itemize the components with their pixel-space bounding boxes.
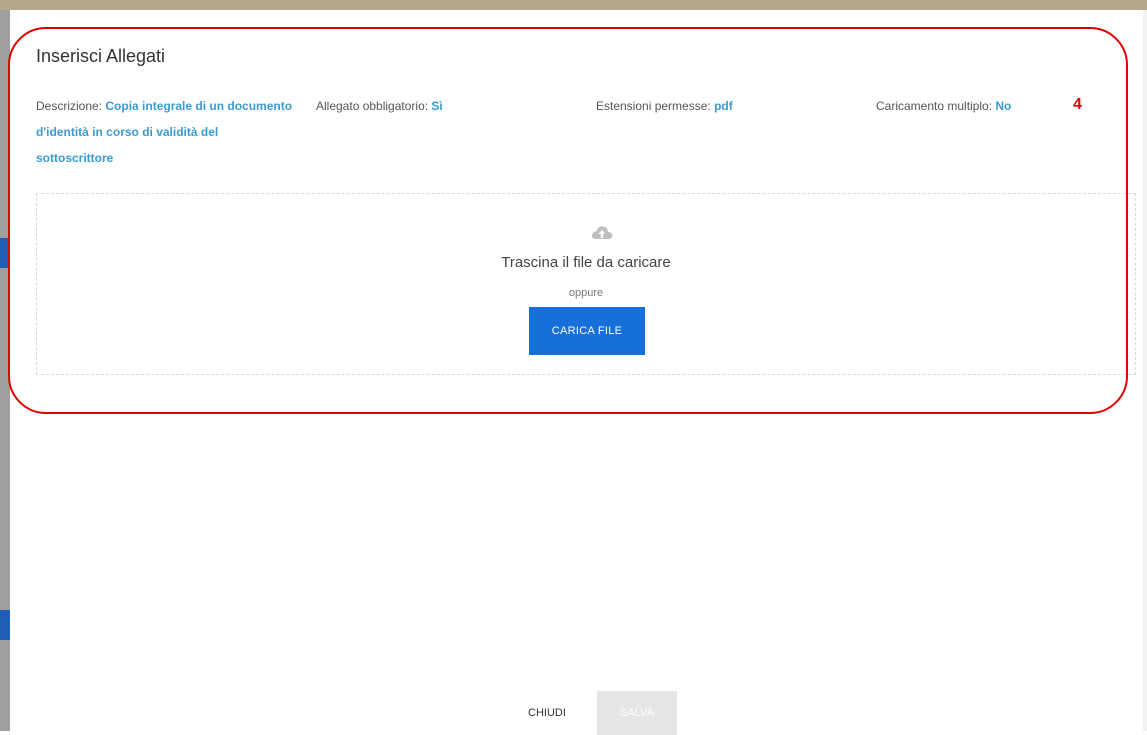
or-separator: oppure bbox=[568, 287, 604, 299]
estensioni-label: Estensioni permesse: bbox=[596, 99, 711, 113]
backdrop-stripe bbox=[0, 238, 10, 268]
estensioni-value: pdf bbox=[714, 99, 733, 113]
backdrop-stripe bbox=[0, 610, 10, 640]
obbligatorio-value: Sì bbox=[431, 99, 443, 113]
multiplo-label: Caricamento multiplo: bbox=[876, 99, 993, 113]
descrizione-label: Descrizione: bbox=[36, 99, 103, 113]
meta-obbligatorio: Allegato obbligatorio: Sì bbox=[316, 93, 443, 119]
drop-instruction: Trascina il file da caricare bbox=[501, 254, 671, 271]
backdrop-right bbox=[1143, 10, 1147, 731]
save-button[interactable]: SALVA bbox=[597, 691, 677, 735]
obbligatorio-label: Allegato obbligatorio: bbox=[316, 99, 429, 113]
attachments-modal: Inserisci Allegati Descrizione: Copia in… bbox=[10, 10, 1143, 735]
backdrop-top bbox=[0, 0, 1147, 10]
file-dropzone[interactable]: Trascina il file da caricare oppure CARI… bbox=[36, 193, 1136, 375]
backdrop-left bbox=[0, 10, 10, 731]
annotation-number: 4 bbox=[1073, 96, 1082, 113]
meta-estensioni: Estensioni permesse: pdf bbox=[596, 93, 733, 119]
meta-descrizione: Descrizione: Copia integrale di un docum… bbox=[36, 93, 296, 171]
multiplo-value: No bbox=[995, 99, 1012, 113]
cloud-upload-icon bbox=[591, 224, 613, 240]
close-button[interactable]: CHIUDI bbox=[510, 691, 584, 735]
modal-title: Inserisci Allegati bbox=[36, 46, 166, 66]
meta-multiplo: Caricamento multiplo: No bbox=[876, 93, 1011, 119]
upload-file-button[interactable]: CARICA FILE bbox=[529, 307, 645, 355]
